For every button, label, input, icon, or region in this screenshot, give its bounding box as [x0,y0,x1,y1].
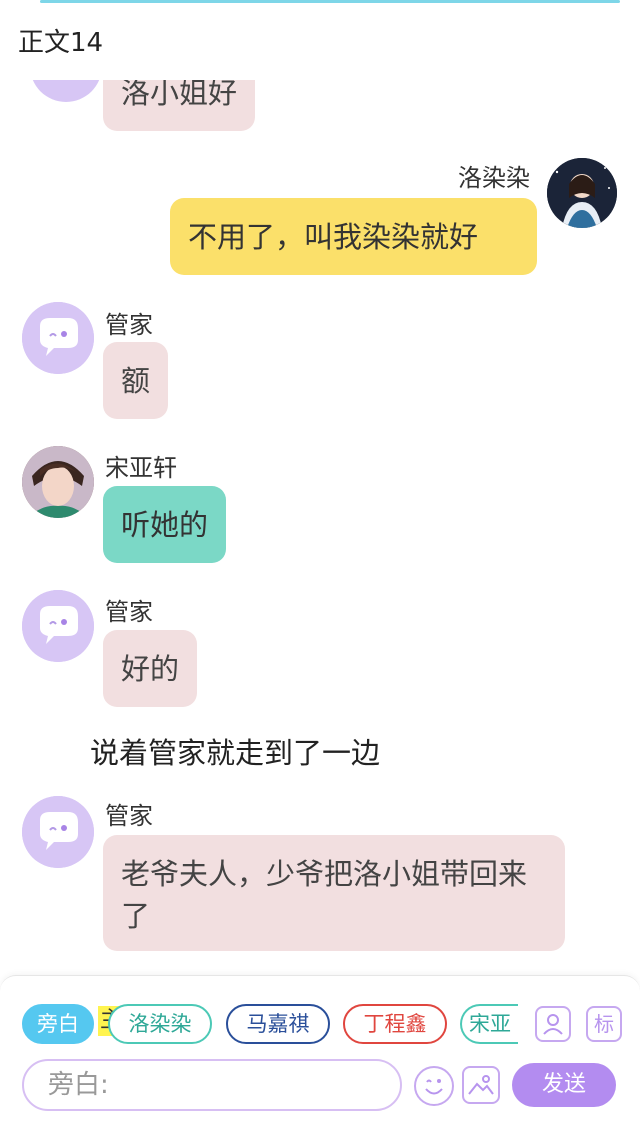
avatar[interactable] [30,80,102,102]
send-button[interactable]: 发送 [512,1063,616,1107]
picture-icon [468,1075,494,1095]
message-bubble: 听她的 [103,486,227,563]
chat-bubble-icon [22,590,94,662]
message-bubble: 好的 [103,630,198,707]
chip-narration[interactable]: 旁白 [22,1004,94,1044]
top-accent-line [40,0,620,3]
chat-area[interactable]: 洛小姐好 洛染染 不用了，叫我染染就好 管家 额 宋亚轩 听她的 管家 好的 说… [0,80,640,970]
person-card-icon[interactable] [535,1006,571,1042]
chip-character-song[interactable]: 宋亚 [460,1004,518,1044]
user-icon [543,1014,563,1035]
page-title: 正文14 [18,28,104,58]
emoji-icon[interactable] [414,1066,454,1106]
speaker-name: 宋亚轩 [105,454,177,482]
avatar[interactable] [547,158,617,228]
message-bubble: 洛小姐好 [103,80,256,131]
chip-character-ma[interactable]: 马嘉祺 [226,1004,330,1044]
avatar[interactable] [22,446,94,518]
composer-panel: 旁白 主 洛染染 马嘉祺 丁程鑫 宋亚 标 旁白: 发送 [0,975,640,1146]
narration-text: 说着管家就走到了一边 [90,736,381,770]
message-bubble: 额 [103,342,169,419]
chip-character-luo[interactable]: 洛染染 [108,1004,212,1044]
message-bubble: 老爷夫人，少爷把洛小姐带回来了 [103,835,565,951]
avatar[interactable] [22,590,94,662]
message-input[interactable]: 旁白: [22,1059,402,1111]
image-icon[interactable] [462,1066,500,1104]
chat-bubble-icon [22,796,94,868]
avatar[interactable] [22,796,94,868]
smiley-icon [425,1079,443,1095]
speaker-name: 洛染染 [458,164,530,192]
tag-button[interactable]: 标 [586,1006,622,1042]
speaker-name: 管家 [105,598,153,626]
portrait-icon [547,158,617,228]
chip-character-ding[interactable]: 丁程鑫 [343,1004,447,1044]
portrait-icon [22,446,94,518]
message-bubble: 不用了，叫我染染就好 [170,198,537,275]
avatar[interactable] [22,302,94,374]
chat-bubble-icon [22,302,94,374]
speaker-name: 管家 [105,311,153,339]
speaker-name: 管家 [105,802,153,830]
